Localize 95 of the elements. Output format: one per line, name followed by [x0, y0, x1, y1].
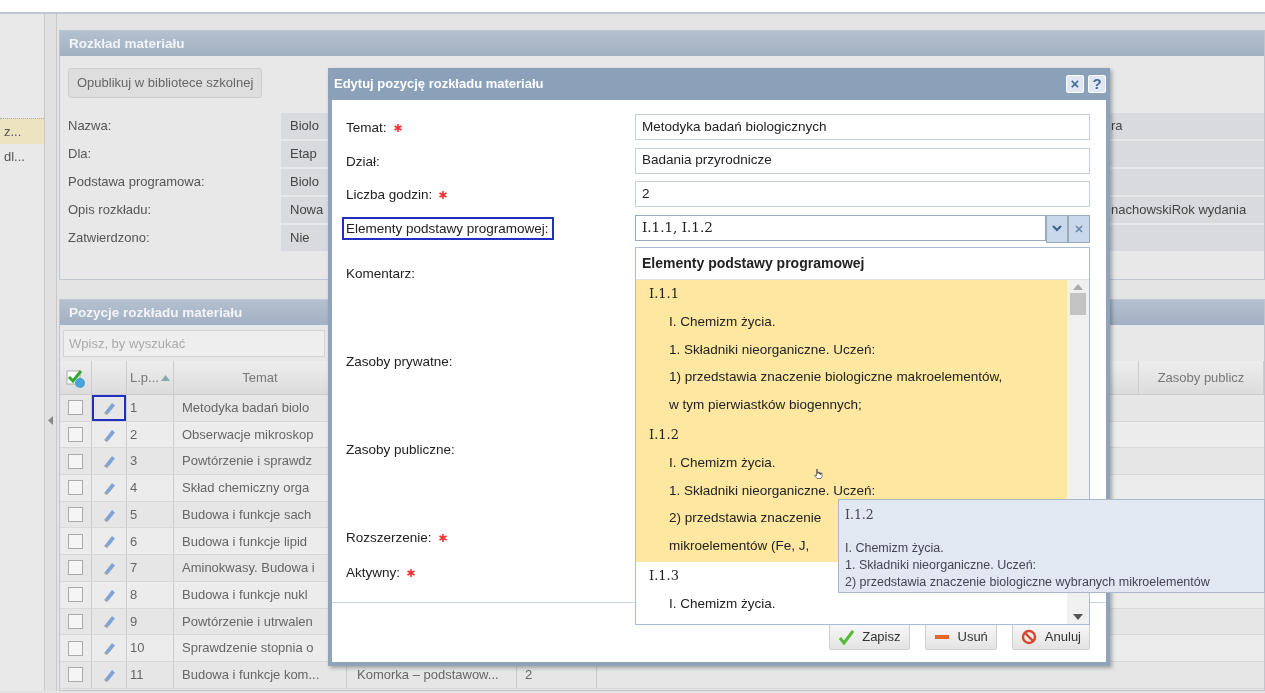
sidebar-item[interactable]: dl... — [0, 144, 44, 170]
table-cell-text: Skład chemiczny orga — [182, 479, 310, 498]
table-cell-text: Aminokwasy. Budowa i — [182, 559, 315, 578]
chevron-down-icon — [1052, 225, 1062, 232]
tooltip-text: I. Chemizm życia. — [845, 540, 945, 557]
row-checkbox[interactable] — [68, 480, 83, 496]
text-field[interactable]: 2 — [635, 181, 1090, 207]
tooltip-title: I.1.2 — [845, 506, 875, 523]
table-cell-text: 2 — [525, 665, 533, 684]
option-code: I.1.3 — [649, 567, 679, 585]
search-field[interactable]: Wpisz, by wyszukać — [63, 330, 325, 357]
row-checkbox[interactable] — [68, 400, 83, 416]
option-text: I. Chemizm życia. — [669, 596, 776, 612]
collapse-arrow-icon[interactable] — [48, 416, 53, 425]
field-label: Nazwa: — [67, 116, 113, 135]
option-text: 1. Składniki nieorganiczne. Uczeń: — [669, 341, 876, 357]
table-cell-text: 1 — [130, 399, 138, 418]
close-button[interactable]: × — [1066, 75, 1084, 93]
column-header[interactable]: Zasoby publicz — [1157, 367, 1245, 388]
check-icon — [838, 628, 855, 645]
text-field[interactable]: Metodyka badań biologicznych — [635, 114, 1090, 140]
field-label: Zatwierdzono: — [67, 228, 151, 247]
scroll-up-icon[interactable] — [1073, 284, 1083, 290]
table-cell-text: 7 — [130, 559, 138, 578]
no-sign-icon — [1020, 628, 1037, 645]
edit-pencil-icon[interactable] — [94, 396, 124, 419]
table-cell-text: 5 — [130, 505, 138, 524]
row-checkbox[interactable] — [68, 427, 83, 443]
field-label: Komentarz: — [345, 264, 417, 283]
option-text: mikroelementów (Fe, J, — [669, 537, 810, 553]
list-option[interactable]: I.1.1 I. Chemizm życia. 1. Składniki nieorganiczne. Uczeń: 1) przedstawia znaczenie biologiczne makroelementów, w tym pierwiastków biogennych; — [636, 280, 1067, 421]
row-checkbox[interactable] — [68, 560, 83, 576]
table-cell-text: Obserwacje mikroskop — [182, 425, 314, 444]
tooltip-text: 2) przedstawia znaczenie biologiczne wybranych mikroelementów — [845, 574, 1211, 591]
table-cell-text: Sprawdzenie stopnia o — [182, 639, 314, 658]
table-cell-text: Budowa i funkcje nukl — [182, 585, 308, 604]
close-icon — [1075, 224, 1083, 233]
option-text: I. Chemizm życia. — [669, 455, 776, 471]
table-cell-text: Budowa i funkcje lipid — [182, 532, 308, 551]
row-checkbox[interactable] — [68, 613, 83, 629]
help-button[interactable]: ? — [1088, 75, 1106, 93]
table-cell-text: 11 — [130, 665, 144, 684]
scroll-down-icon[interactable] — [1073, 614, 1083, 620]
table-cell-text: Powtórzenie i sprawdz — [182, 452, 313, 471]
field-label: Temat: — [345, 119, 388, 137]
table-cell-text: 4 — [130, 479, 138, 498]
table-cell-text: 2 — [130, 425, 138, 444]
field-label: Aktywny: — [345, 563, 401, 582]
option-code: I.1.1 — [649, 285, 679, 303]
row-checkbox[interactable] — [68, 533, 83, 549]
sidebar-item[interactable]: z... — [0, 118, 44, 144]
field-label: Rozszerzenie: — [345, 528, 433, 547]
row-checkbox[interactable] — [68, 587, 83, 603]
table-cell-text: Budowa i funkcje kom... — [182, 665, 320, 684]
field-label: Zasoby prywatne: — [345, 352, 454, 371]
field-value-overflow: nachowskiRok wydania — [1111, 200, 1247, 219]
table-cell-text: Powtórzenie i utrwalen — [182, 612, 313, 631]
field-label: Opis rozkładu: — [67, 200, 153, 219]
table-cell-text: 3 — [130, 452, 138, 471]
row-checkbox[interactable] — [68, 507, 83, 523]
text-field[interactable]: Badania przyrodnicze — [635, 147, 1090, 174]
option-text: 1) przedstawia znaczenie biologiczne makroelementów, — [669, 369, 1003, 385]
field-label: Dla: — [67, 144, 93, 163]
publish-button[interactable]: Opublikuj w bibliotece szkolnej — [68, 68, 263, 98]
column-header[interactable]: L.p... — [130, 367, 159, 388]
hand-cursor-icon — [814, 469, 823, 479]
row-checkbox[interactable] — [68, 667, 83, 683]
check-info-icon[interactable] — [65, 367, 86, 388]
table-cell-text: 9 — [130, 612, 138, 631]
dropdown-button[interactable] — [1046, 214, 1068, 243]
option-text: 2) przedstawia znaczenie — [669, 510, 822, 526]
minus-icon — [933, 634, 950, 639]
option-text: w tym pierwiastków biogennych; — [669, 396, 862, 412]
combo-field[interactable]: I.1.1, I.1.2 — [635, 214, 1046, 241]
delete-button[interactable]: Usuń — [924, 623, 997, 650]
row-checkbox[interactable] — [68, 453, 83, 469]
cancel-button[interactable]: Anuluj — [1011, 623, 1090, 650]
option-text: 1. Składniki nieorganiczne. Uczeń: — [669, 482, 876, 498]
field-label: Zasoby publiczne: — [345, 440, 456, 459]
option-code: I.1.2 — [649, 426, 679, 444]
dialog-title: Edytuj pozycję rozkładu materiału — [334, 75, 544, 94]
column-header[interactable]: Temat — [242, 367, 278, 388]
table-cell-text: 8 — [130, 585, 138, 604]
table-cell-text: Metodyka badań biolo — [182, 399, 310, 418]
table-cell-text: 10 — [130, 639, 145, 658]
table-cell-text: 6 — [130, 532, 138, 551]
table-cell-text: Budowa i funkcje sach — [182, 505, 312, 524]
row-checkbox[interactable] — [68, 640, 83, 656]
clear-button[interactable] — [1068, 214, 1090, 243]
field-value-overflow: ra — [1111, 116, 1123, 135]
table-cell-text: Komorka – podstawow... — [357, 665, 499, 684]
field-label: Podstawa programowa: — [67, 172, 206, 191]
save-button[interactable]: Zapisz — [829, 623, 910, 650]
scroll-thumb[interactable] — [1070, 293, 1086, 315]
panel-title: Rozkład materiału — [60, 31, 1264, 56]
